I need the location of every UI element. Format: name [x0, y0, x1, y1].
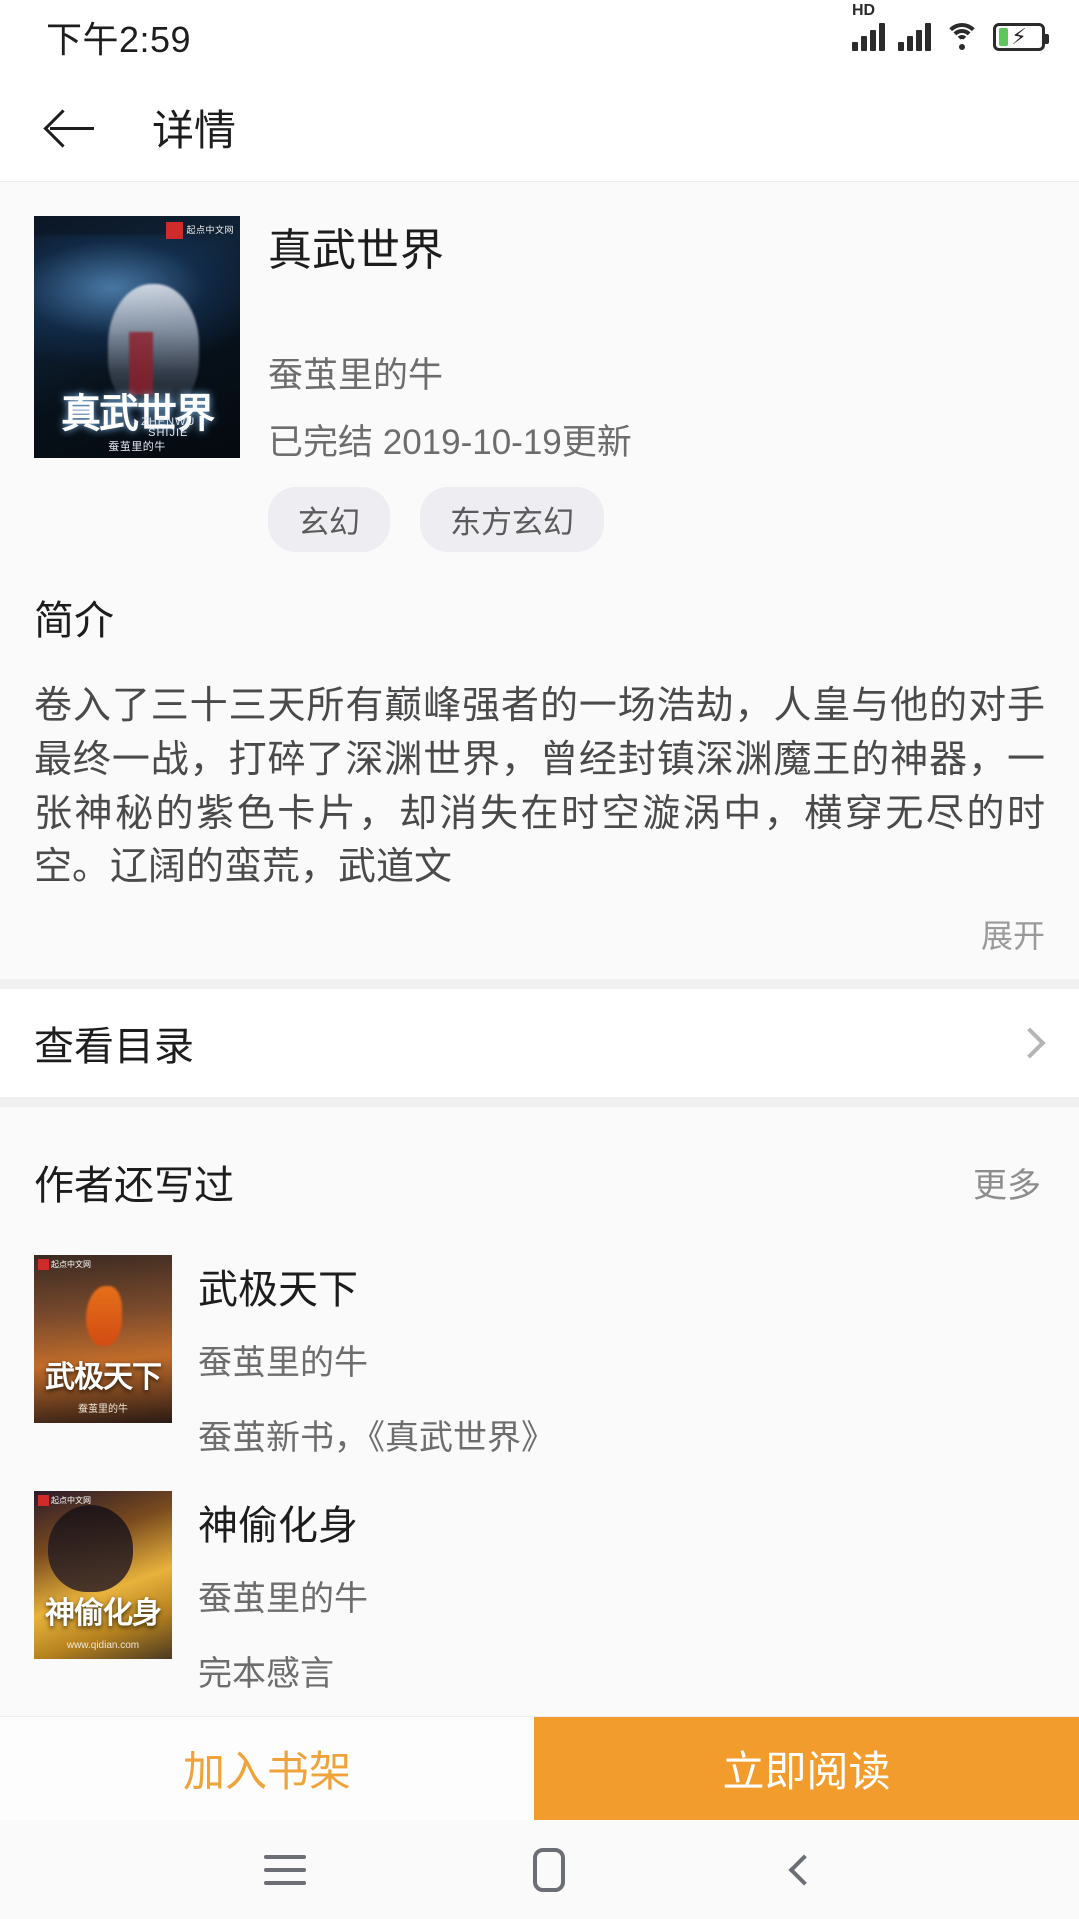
cover-brand-label: 起点中文网: [51, 1496, 91, 1506]
section-divider: [0, 979, 1079, 990]
work-latest-chapter: 完本感言: [198, 1655, 334, 1694]
scroll-content[interactable]: 起点中文网 真武世界 ZHENWU SHIJIE 蚕茧里的牛 真武世界 蚕茧里的牛…: [0, 182, 1079, 1716]
signal-bars-secondary-icon: [898, 23, 931, 51]
work-cover-image: 起点中文网 神偷化身 www.qidian.com: [34, 1491, 172, 1660]
work-info: 武极天下 蚕茧里的牛 蚕茧新书，《真武世界》: [172, 1255, 1045, 1459]
work-author: 蚕茧里的牛: [198, 1580, 368, 1619]
list-item[interactable]: 起点中文网 武极天下 蚕茧里的牛 武极天下 蚕茧里的牛 蚕茧新书，《真武世界》: [34, 1241, 1045, 1477]
work-cover-image: 起点中文网 武极天下 蚕茧里的牛: [34, 1255, 172, 1424]
work-info: 神偷化身 蚕茧里的牛 完本感言: [172, 1491, 1045, 1695]
back-chevron-icon[interactable]: [788, 1853, 820, 1886]
cover-brand-label: 起点中文网: [186, 224, 234, 235]
intro-text: 卷入了三十三天所有巅峰强者的一场浩劫，人皇与他的对手最终一战，打碎了深渊世界，曾…: [34, 684, 1045, 889]
work-latest-chapter: 蚕茧新书，《真武世界》: [198, 1419, 555, 1458]
work-title: 神偷化身: [198, 1504, 358, 1549]
back-arrow-icon[interactable]: [44, 100, 100, 156]
menu-icon[interactable]: [263, 1854, 306, 1885]
cover-title-art: 神偷化身: [45, 1597, 162, 1631]
home-icon[interactable]: [533, 1847, 566, 1892]
cover-brand-label: 起点中文网: [51, 1260, 91, 1270]
author-works-section: 作者还写过 更多 起点中文网 武极天下 蚕茧里的牛 武极天下 蚕茧里的牛 蚕茧新…: [0, 1107, 1079, 1716]
book-title: 真武世界: [268, 226, 444, 275]
read-now-button[interactable]: 立即阅读: [534, 1717, 1079, 1820]
book-status: 已完结 2019-10-19更新: [268, 422, 632, 462]
book-author[interactable]: 蚕茧里的牛: [268, 347, 1045, 398]
add-to-shelf-button[interactable]: 加入书架: [0, 1717, 534, 1820]
app-screen: 下午2:59 HD ⚡ 详情 起点中文网 真武世界 ZHENWU SHIJIE …: [0, 0, 1079, 1919]
cover-author-art: 蚕茧里的牛: [108, 441, 166, 453]
bottom-action-bar: 加入书架 立即阅读: [0, 1716, 1079, 1820]
wifi-icon: [944, 23, 980, 51]
tag-chip-1[interactable]: 东方玄幻: [420, 486, 604, 552]
battery-charging-icon: ⚡: [993, 23, 1049, 51]
status-icons: HD ⚡: [852, 3, 1049, 51]
cover-brand-logo: 起点中文网: [166, 222, 234, 239]
expand-link[interactable]: 展开: [34, 911, 1045, 979]
status-bar: 下午2:59 HD ⚡: [0, 0, 1079, 74]
tag-chip-0[interactable]: 玄幻: [268, 486, 390, 552]
status-time: 下午2:59: [46, 19, 192, 60]
work-author: 蚕茧里的牛: [198, 1344, 368, 1383]
author-works-header: 作者还写过 更多: [34, 1107, 1045, 1241]
cover-sub-art: www.qidian.com: [66, 1640, 140, 1652]
cover-brand-logo: 起点中文网: [38, 1495, 91, 1507]
chevron-right-icon: [1014, 1027, 1046, 1059]
cover-title-art: 武极天下: [45, 1361, 162, 1395]
cover-sub-art: 蚕茧里的牛: [78, 1404, 128, 1416]
cover-title-art: 真武世界: [61, 392, 215, 436]
catalog-row[interactable]: 查看目录: [0, 989, 1079, 1098]
hd-label: HD: [852, 2, 876, 19]
work-title: 武极天下: [198, 1268, 358, 1313]
title-bar: 详情: [0, 74, 1079, 182]
book-cover-image[interactable]: 起点中文网 真武世界 ZHENWU SHIJIE 蚕茧里的牛: [34, 216, 240, 458]
signal-bars-icon: HD: [852, 3, 885, 51]
author-works-title: 作者还写过: [34, 1164, 234, 1209]
cover-brand-logo: 起点中文网: [38, 1259, 91, 1271]
book-header: 起点中文网 真武世界 ZHENWU SHIJIE 蚕茧里的牛 真武世界 蚕茧里的牛…: [0, 182, 1079, 552]
section-divider-2: [0, 1097, 1079, 1108]
list-item[interactable]: 起点中文网 神偷化身 www.qidian.com 神偷化身 蚕茧里的牛 完本感…: [34, 1477, 1045, 1713]
page-title: 详情: [152, 107, 237, 154]
book-info: 真武世界 蚕茧里的牛 已完结 2019-10-19更新 玄幻 东方玄幻: [240, 216, 1045, 552]
catalog-label: 查看目录: [34, 1025, 194, 1070]
book-header-card: 起点中文网 真武世界 ZHENWU SHIJIE 蚕茧里的牛 真武世界 蚕茧里的牛…: [0, 182, 1079, 980]
android-nav-bar: [0, 1820, 1079, 1919]
intro-section: 简介 卷入了三十三天所有巅峰强者的一场浩劫，人皇与他的对手最终一战，打碎了深渊世…: [0, 552, 1079, 980]
intro-heading: 简介: [34, 598, 114, 643]
cover-pinyin: ZHENWU SHIJIE: [141, 415, 196, 440]
book-tags: 玄幻 东方玄幻: [268, 486, 1045, 552]
author-works-more-link[interactable]: 更多: [973, 1158, 1041, 1207]
